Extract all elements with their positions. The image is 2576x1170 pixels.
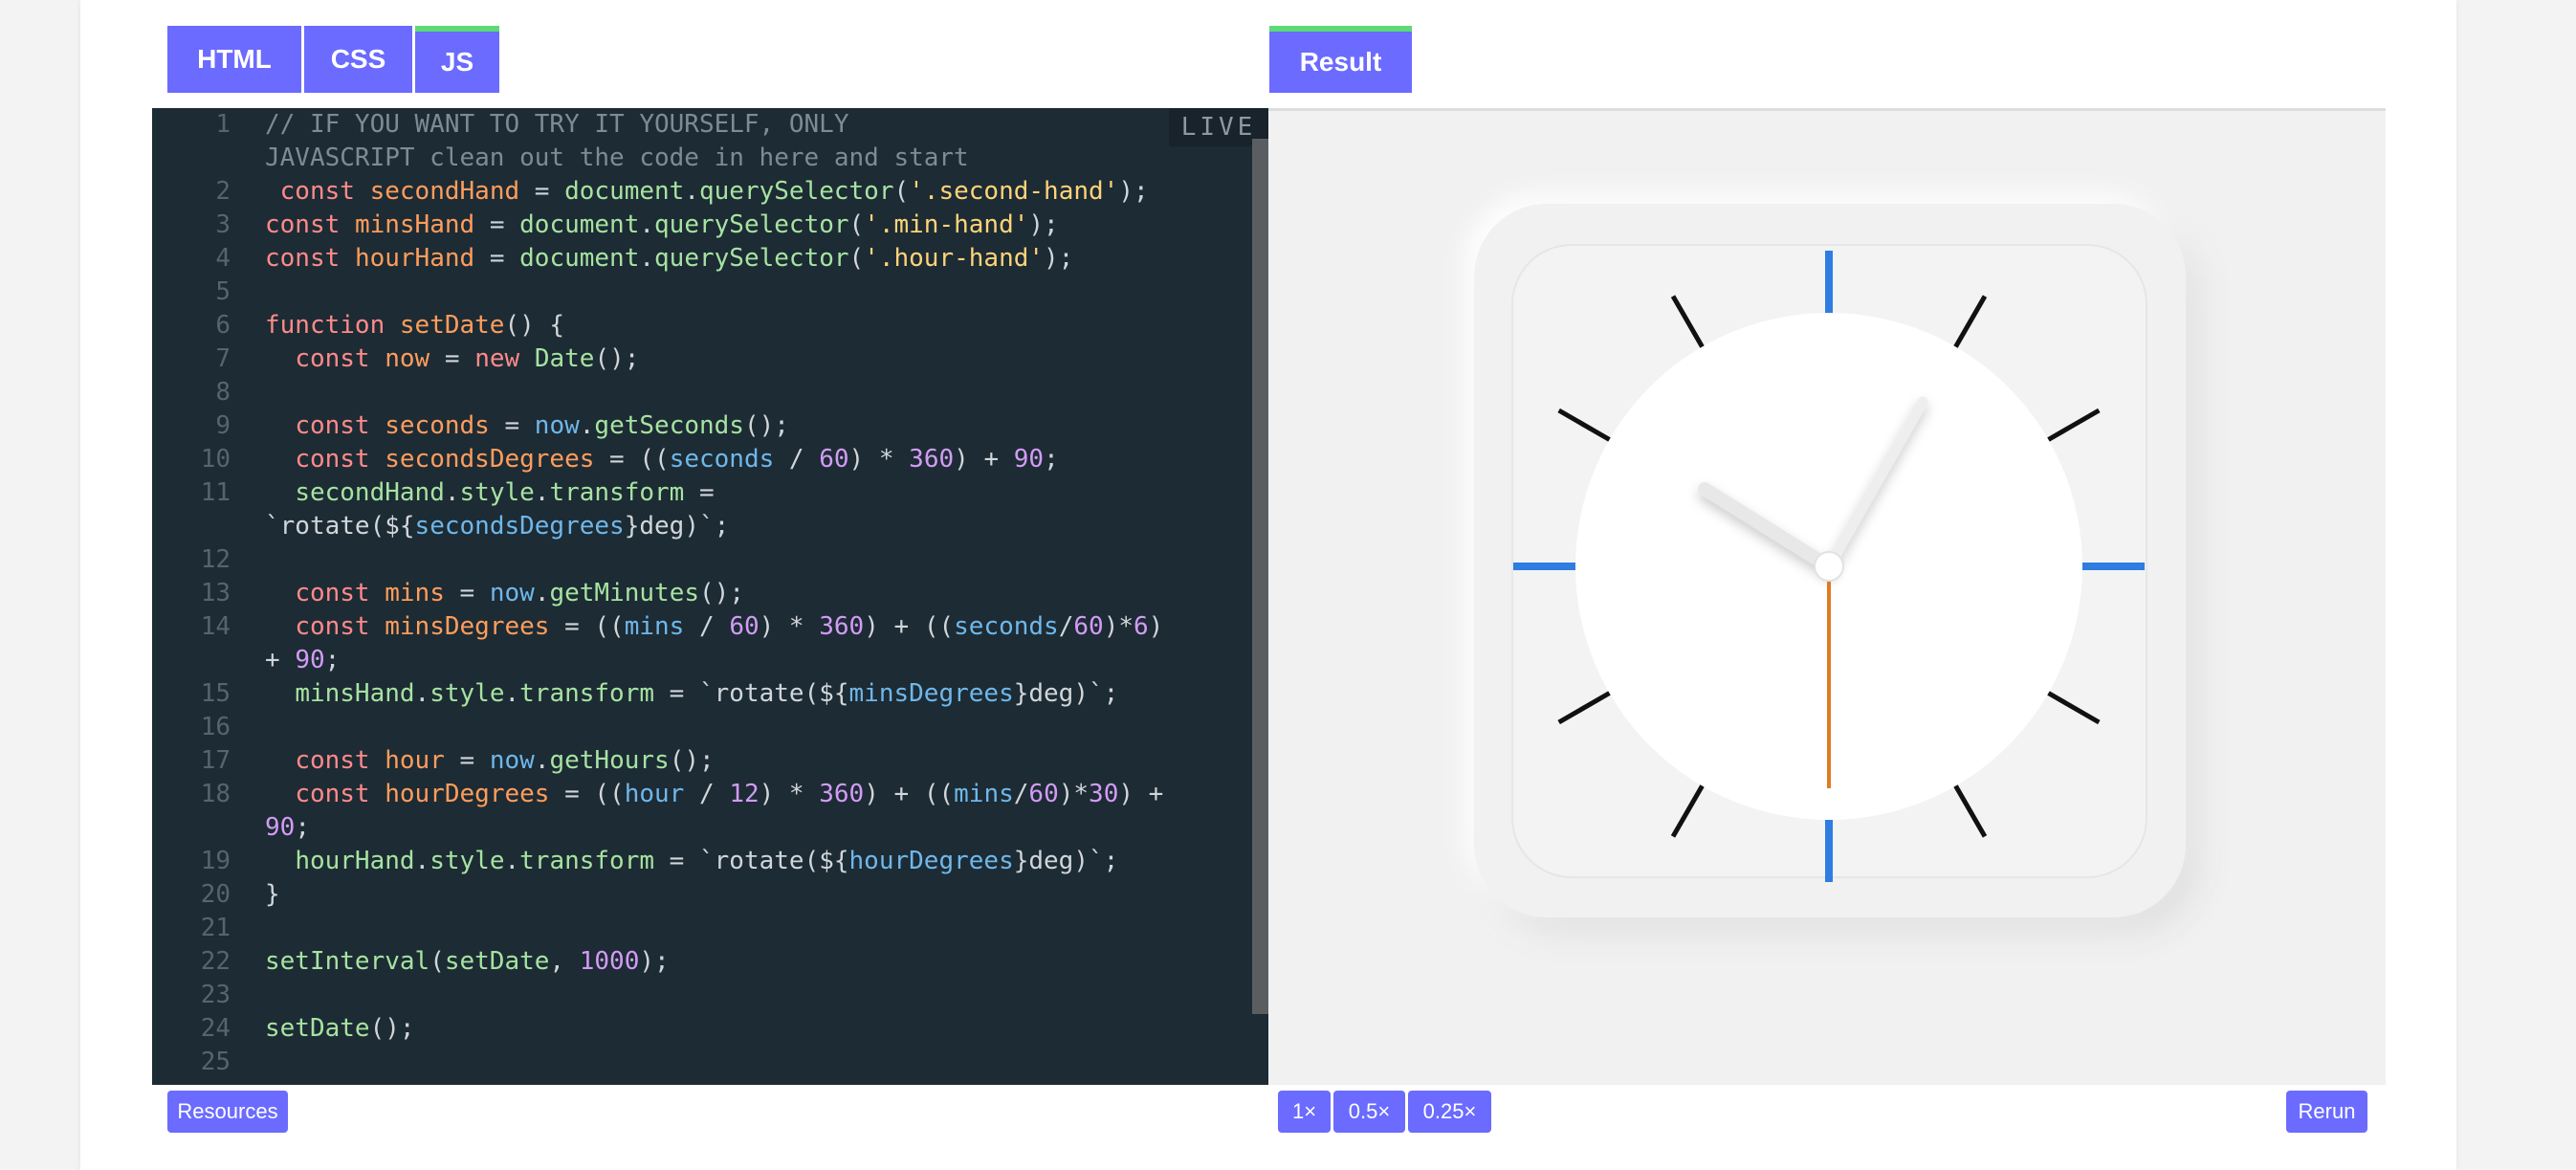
code-line: const minsDegrees = ((mins / 60) * 360) … xyxy=(295,612,1164,641)
line-number: 25 xyxy=(200,1048,231,1076)
code-line: const seconds = now.getSeconds(); xyxy=(295,411,789,440)
code-line: const hourHand = document.querySelector(… xyxy=(265,244,1074,273)
line-number: 24 xyxy=(200,1014,231,1043)
line-number: 9 xyxy=(215,411,231,440)
tab-css[interactable]: CSS xyxy=(304,26,412,93)
line-number: 3 xyxy=(215,210,231,239)
code-line: } xyxy=(265,880,280,909)
zoom-1x-button[interactable]: 1× xyxy=(1278,1091,1331,1133)
line-number: 14 xyxy=(200,612,231,641)
code-line: 90; xyxy=(265,813,310,842)
code-line: + 90; xyxy=(265,646,341,674)
line-number: 12 xyxy=(200,545,231,574)
line-number: 10 xyxy=(200,445,231,474)
code-line: function setDate() { xyxy=(265,311,565,340)
code-line: JAVASCRIPT clean out the code in here an… xyxy=(265,143,969,172)
line-number: 8 xyxy=(215,378,231,407)
editor-scrollbar[interactable] xyxy=(1252,139,1268,1014)
code-line: const secondsDegrees = ((seconds / 60) *… xyxy=(295,445,1059,474)
line-number: 23 xyxy=(200,981,231,1009)
resources-button[interactable]: Resources xyxy=(167,1091,288,1133)
line-number: 4 xyxy=(215,244,231,273)
rerun-button[interactable]: Rerun xyxy=(2286,1091,2367,1133)
result-pane xyxy=(1268,108,2386,1085)
code-line: // IF YOU WANT TO TRY IT YOURSELF, ONLY xyxy=(265,110,849,139)
line-number: 17 xyxy=(200,746,231,775)
line-number: 20 xyxy=(200,880,231,909)
zoom-0-5x-button[interactable]: 0.5× xyxy=(1333,1091,1405,1133)
code-editor[interactable]: 1 // IF YOU WANT TO TRY IT YOURSELF, ONLY… xyxy=(152,108,1268,1085)
line-number: 13 xyxy=(200,579,231,607)
code-line: const mins = now.getMinutes(); xyxy=(295,579,744,607)
zoom-0-25x-button[interactable]: 0.25× xyxy=(1408,1091,1491,1133)
code-line: `rotate(${secondsDegrees}deg)`; xyxy=(265,512,730,541)
line-number: 19 xyxy=(200,847,231,875)
code-line: setDate(); xyxy=(265,1014,415,1043)
code-line: setInterval(setDate, 1000); xyxy=(265,947,670,976)
code-line: minsHand.style.transform = `rotate(${min… xyxy=(295,679,1119,708)
line-number: 2 xyxy=(215,177,231,206)
code-line: const secondHand = document.querySelecto… xyxy=(279,177,1149,206)
clock-center-pin xyxy=(1814,551,1844,582)
code-line: const now = new Date(); xyxy=(295,344,640,373)
line-number: 18 xyxy=(200,780,231,808)
line-number: 16 xyxy=(200,713,231,741)
line-number: 21 xyxy=(200,914,231,942)
code-line: const hour = now.getHours(); xyxy=(295,746,715,775)
code-line: const hourDegrees = ((hour / 12) * 360) … xyxy=(295,780,1164,808)
line-number: 1 xyxy=(215,110,231,139)
line-number: 7 xyxy=(215,344,231,373)
clock-preview xyxy=(1474,204,2186,917)
line-number: 11 xyxy=(200,478,231,507)
code-line: secondHand.style.transform = xyxy=(295,478,715,507)
code-line: const minsHand = document.querySelector(… xyxy=(265,210,1059,239)
tab-html[interactable]: HTML xyxy=(167,26,301,93)
line-number: 22 xyxy=(200,947,231,976)
line-number: 6 xyxy=(215,311,231,340)
line-number: 15 xyxy=(200,679,231,708)
tab-result[interactable]: Result xyxy=(1269,26,1412,93)
tab-js[interactable]: JS xyxy=(415,26,499,93)
code-line: hourHand.style.transform = `rotate(${hou… xyxy=(295,847,1119,875)
line-number: 5 xyxy=(215,277,231,306)
